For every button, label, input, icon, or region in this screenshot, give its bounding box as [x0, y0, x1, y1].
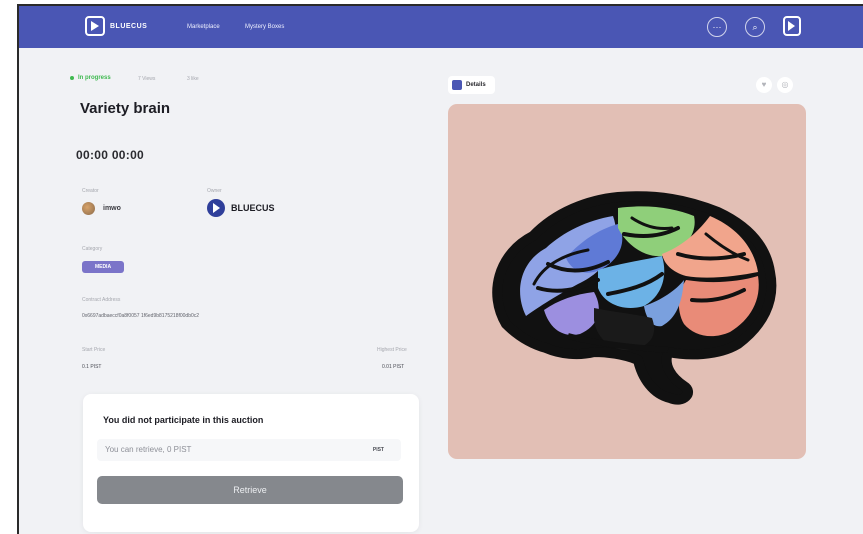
logo-icon	[85, 16, 105, 36]
search-icon[interactable]: ⌕	[745, 17, 765, 37]
brand-name: BLUECUS	[110, 22, 148, 30]
retrieve-button[interactable]: Retrieve	[97, 476, 403, 504]
creator-label: Creator	[82, 188, 99, 194]
status-dot-icon	[70, 76, 74, 80]
retrieve-amount-field: You can retrieve, 0 PIST PIST	[97, 439, 401, 461]
owner-label: Owner	[207, 188, 222, 194]
auction-result-message: You did not participate in this auction	[103, 415, 264, 425]
contract-address[interactable]: 0x6697adbaeccf0a8f0057 1f6ed9b8175218f00…	[82, 313, 199, 319]
creator[interactable]: imwo	[82, 202, 121, 215]
more-icon[interactable]: ···	[707, 17, 727, 37]
category-tag[interactable]: MEDIA	[82, 261, 124, 273]
countdown-timer: 00:00 00:00	[76, 148, 145, 162]
category-label: Category	[82, 246, 103, 252]
creator-avatar	[82, 202, 95, 215]
top-nav-bar: BLUECUS Marketplace Mystery Boxes ··· ⌕	[19, 6, 863, 48]
brand-logo[interactable]: BLUECUS	[85, 16, 147, 36]
details-icon	[452, 80, 462, 90]
status-label: In progress	[78, 75, 111, 81]
currency-unit: PIST	[372, 447, 384, 453]
owner-name: BLUECUS	[231, 203, 275, 213]
app-window: BLUECUS Marketplace Mystery Boxes ··· ⌕ …	[17, 4, 863, 534]
auction-result-card: You did not participate in this auction …	[83, 394, 419, 532]
retrieve-amount-text: You can retrieve, 0 PIST	[105, 445, 192, 454]
heart-icon[interactable]: ♥	[756, 77, 772, 93]
account-icon[interactable]	[783, 16, 801, 36]
view-count: 7 Views	[138, 76, 156, 82]
owner-avatar	[207, 199, 225, 217]
item-title: Variety brain	[80, 100, 171, 117]
nav-mystery-boxes[interactable]: Mystery Boxes	[245, 24, 284, 30]
start-price-label: Start Price	[82, 347, 106, 353]
auction-status: In progress	[70, 75, 111, 81]
contract-address-label: Contract Address	[82, 297, 121, 303]
details-tab-label: Details	[466, 82, 486, 88]
highest-price: 0.01 PIST	[382, 364, 405, 370]
brain-illustration	[492, 191, 777, 405]
share-icon[interactable]: ◎	[777, 77, 793, 93]
creator-name: imwo	[103, 205, 121, 212]
start-price: 0.1 PIST	[82, 364, 102, 370]
owner[interactable]: BLUECUS	[207, 199, 275, 217]
like-count: 3 like	[187, 76, 199, 82]
tab-details[interactable]: Details	[448, 76, 495, 94]
highest-price-label: Highest Price	[377, 347, 407, 353]
nft-artwork	[448, 104, 806, 459]
nav-marketplace[interactable]: Marketplace	[187, 24, 220, 30]
